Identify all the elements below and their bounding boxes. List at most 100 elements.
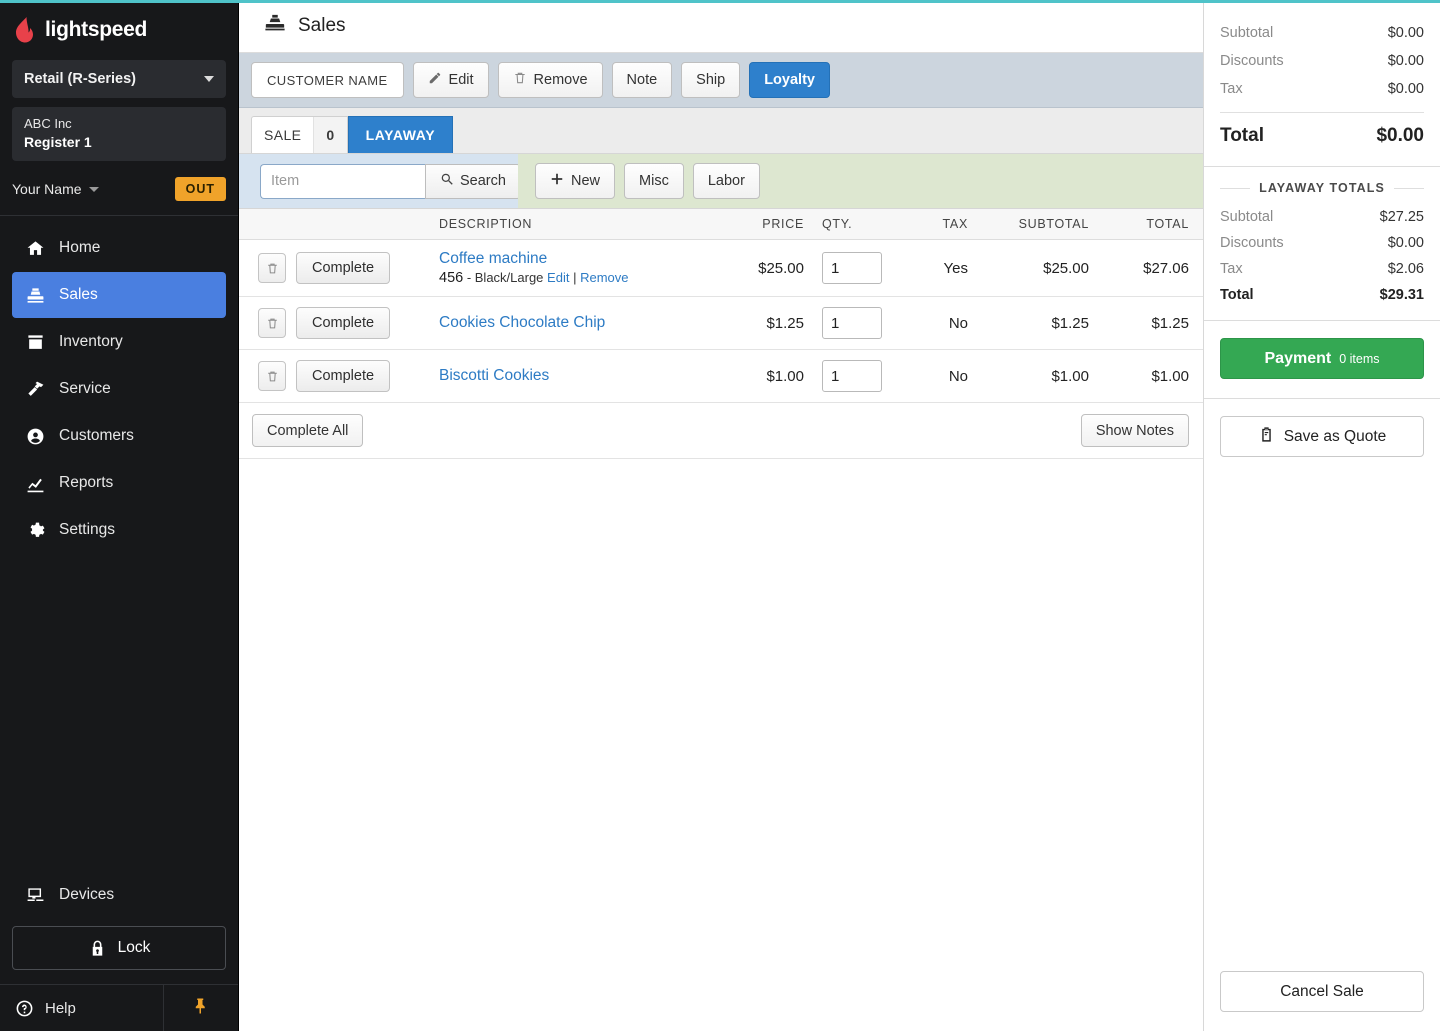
- quote-area: Save as Quote: [1204, 399, 1440, 457]
- search-button[interactable]: Search: [425, 163, 521, 199]
- heading-rule-left: [1220, 187, 1251, 189]
- user-circle-icon: [25, 426, 45, 446]
- remove-line-link[interactable]: Remove: [580, 270, 628, 285]
- ship-button[interactable]: Ship: [681, 62, 741, 98]
- sale-discounts-row: Discounts $0.00: [1220, 47, 1424, 75]
- customer-name-button[interactable]: CUSTOMER NAME: [251, 62, 404, 98]
- sidebar-item-settings[interactable]: Settings: [12, 507, 226, 553]
- layaway-discounts-value: $0.00: [1387, 235, 1424, 251]
- row-subtotal: $1.00: [983, 349, 1103, 403]
- clipboard-icon: [1258, 426, 1275, 448]
- search-button-label: Search: [460, 173, 506, 189]
- pencil-icon: [428, 71, 442, 89]
- cash-register-icon: [25, 285, 45, 305]
- chevron-down-icon: [204, 76, 214, 82]
- tab-layaway[interactable]: LAYAWAY: [347, 116, 454, 153]
- row-total: $1.00: [1103, 349, 1203, 403]
- help-button[interactable]: Help: [0, 985, 163, 1031]
- item-name-link[interactable]: Biscotti Cookies: [439, 367, 725, 385]
- item-name-link[interactable]: Cookies Chocolate Chip: [439, 314, 725, 332]
- pin-button[interactable]: [163, 985, 238, 1031]
- inventory-box-icon: [25, 332, 45, 352]
- sidebar-item-home[interactable]: Home: [12, 225, 226, 271]
- labor-button[interactable]: Labor: [692, 163, 760, 199]
- delete-line-icon[interactable]: [258, 308, 286, 338]
- table-row: Complete Biscotti Cookies $1.00 No $1.00…: [239, 349, 1203, 403]
- row-price: $1.00: [725, 349, 813, 403]
- complete-all-button[interactable]: Complete All: [252, 414, 364, 447]
- sidebar-item-customers[interactable]: Customers: [12, 413, 226, 459]
- brand-name: lightspeed: [45, 17, 148, 41]
- cancel-area: Cancel Sale: [1204, 971, 1440, 1031]
- new-item-button[interactable]: New: [535, 163, 616, 199]
- layaway-discounts-label: Discounts: [1220, 235, 1284, 251]
- sidebar-footer: Help: [0, 984, 238, 1031]
- row-total: $1.25: [1103, 296, 1203, 350]
- sidebar-item-reports[interactable]: Reports: [12, 460, 226, 506]
- table-body: Complete Coffee machine 456 - Black/Larg…: [239, 239, 1203, 403]
- remove-customer-button[interactable]: Remove: [497, 62, 603, 98]
- sidebar-item-sales[interactable]: Sales: [12, 272, 226, 318]
- layaway-tax-label: Tax: [1220, 261, 1243, 277]
- separator: |: [573, 270, 577, 285]
- company-name: ABC Inc: [24, 116, 72, 131]
- page-header: Sales: [239, 0, 1203, 53]
- layaway-totals: LAYAWAY TOTALS Subtotal $27.25 Discounts…: [1204, 167, 1440, 320]
- show-notes-button[interactable]: Show Notes: [1080, 414, 1189, 447]
- clock-out-badge[interactable]: OUT: [174, 177, 226, 201]
- register-info[interactable]: ABC Inc Register 1: [12, 107, 226, 161]
- layaway-tax-row: Tax $2.06: [1220, 256, 1424, 282]
- cancel-sale-button[interactable]: Cancel Sale: [1220, 971, 1424, 1012]
- save-as-quote-label: Save as Quote: [1283, 427, 1387, 445]
- top-accent-bar: [0, 0, 1440, 3]
- qty-input[interactable]: [822, 252, 882, 284]
- user-name-label: Your Name: [12, 181, 82, 197]
- save-as-quote-button[interactable]: Save as Quote: [1220, 416, 1424, 457]
- qty-input[interactable]: [822, 307, 882, 339]
- item-detail: 456 - Black/Large Edit | Remove: [439, 270, 629, 286]
- lock-icon: [88, 938, 108, 958]
- note-button[interactable]: Note: [611, 62, 673, 98]
- complete-line-button[interactable]: Complete: [296, 360, 391, 392]
- loyalty-button[interactable]: Loyalty: [749, 62, 830, 98]
- column-actions: [239, 209, 439, 240]
- column-qty: QTY.: [813, 209, 891, 240]
- cash-register-icon: [264, 13, 286, 40]
- sale-tax-value: $0.00: [1387, 81, 1424, 97]
- item-name-link[interactable]: Coffee machine: [439, 250, 725, 268]
- line-items-table: DESCRIPTION PRICE QTY. TAX SUBTOTAL TOTA…: [239, 209, 1203, 403]
- complete-line-button[interactable]: Complete: [296, 307, 391, 339]
- layaway-subtotal-value: $27.25: [1379, 209, 1424, 225]
- totals-divider: [1220, 112, 1424, 113]
- sidebar-item-label: Home: [59, 239, 101, 256]
- misc-button[interactable]: Misc: [624, 163, 684, 199]
- item-search-input[interactable]: [260, 163, 425, 199]
- main-content: Sales CUSTOMER NAME Edit Remove Note Shi…: [239, 0, 1204, 1031]
- store-select[interactable]: Retail (R-Series): [12, 60, 226, 98]
- layaway-tax-value: $2.06: [1387, 261, 1424, 277]
- qty-input[interactable]: [822, 360, 882, 392]
- row-description: Cookies Chocolate Chip: [439, 296, 725, 350]
- sale-discounts-value: $0.00: [1387, 53, 1424, 69]
- row-actions: Complete: [239, 296, 439, 350]
- edit-line-link[interactable]: Edit: [547, 270, 569, 285]
- tab-sale[interactable]: SALE 0: [251, 116, 348, 153]
- delete-line-icon[interactable]: [258, 253, 286, 283]
- lock-button[interactable]: Lock: [12, 926, 226, 970]
- sidebar-item-inventory[interactable]: Inventory: [12, 319, 226, 365]
- chevron-down-icon: [88, 186, 99, 192]
- layaway-totals-label: LAYAWAY TOTALS: [1259, 181, 1385, 195]
- sidebar-item-service[interactable]: Service: [12, 366, 226, 412]
- user-menu[interactable]: Your Name: [12, 181, 99, 197]
- payment-button[interactable]: Payment 0 items: [1220, 338, 1424, 379]
- question-circle-icon: [14, 998, 34, 1018]
- sidebar-item-devices[interactable]: Devices: [0, 872, 238, 918]
- item-sku: 456: [439, 270, 464, 286]
- complete-line-button[interactable]: Complete: [296, 252, 391, 284]
- delete-line-icon[interactable]: [258, 361, 286, 391]
- edit-customer-button[interactable]: Edit: [412, 62, 489, 98]
- row-actions: Complete: [239, 349, 439, 403]
- sidebar-item-label: Sales: [59, 286, 98, 303]
- sale-subtotal-row: Subtotal $0.00: [1220, 19, 1424, 47]
